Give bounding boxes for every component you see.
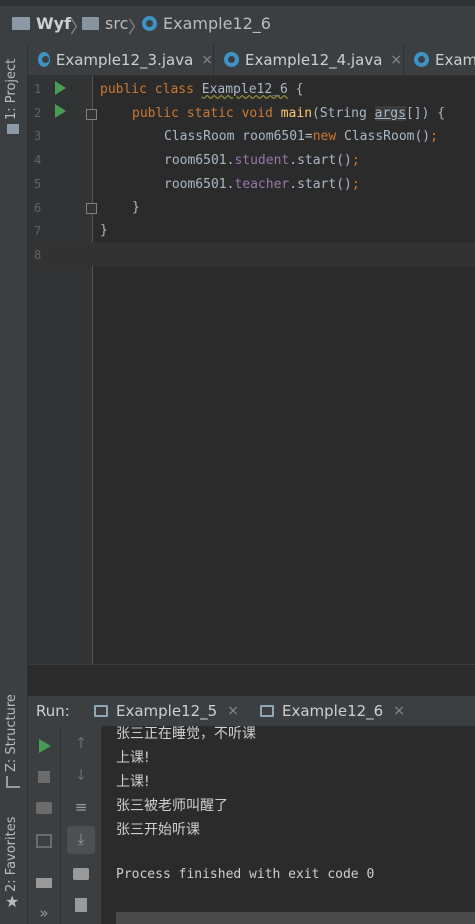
code-line-3: ClassRoom room6501=new ClassRoom(); bbox=[164, 129, 438, 144]
class-icon bbox=[414, 52, 429, 67]
tab-example12-6[interactable]: Exam bbox=[404, 44, 475, 75]
line-number: 3 bbox=[34, 129, 42, 143]
close-icon[interactable]: × bbox=[227, 703, 239, 719]
run-tab-example12-5[interactable]: Example12_5 × bbox=[94, 696, 239, 726]
console-line: 上课! bbox=[116, 750, 150, 766]
console-line: 张三正在睡觉，不听课 bbox=[116, 726, 256, 742]
star-icon: ★ bbox=[5, 892, 20, 911]
run-toolbar-secondary: ↑ ↓ ≡ ⤓ bbox=[61, 726, 102, 924]
more-icon[interactable]: » bbox=[32, 904, 56, 922]
code-line-5: room6501.teacher.start(); bbox=[164, 177, 360, 192]
arrow-down-icon[interactable]: ↓ bbox=[69, 766, 93, 784]
fold-icon[interactable] bbox=[86, 203, 97, 214]
restore-layout-icon[interactable] bbox=[36, 834, 52, 848]
horizontal-scrollbar[interactable] bbox=[116, 912, 475, 924]
line-number: 4 bbox=[34, 153, 42, 167]
print-icon[interactable] bbox=[73, 868, 89, 880]
console-icon bbox=[94, 705, 108, 717]
code-line-7: } bbox=[100, 223, 108, 238]
scroll-to-end-icon: ⤓ bbox=[77, 830, 85, 848]
camera-icon[interactable] bbox=[36, 802, 52, 814]
fold-icon[interactable] bbox=[86, 109, 97, 120]
run-tab-example12-6[interactable]: Example12_6 × bbox=[260, 696, 405, 726]
close-icon[interactable]: × bbox=[201, 52, 213, 68]
class-icon bbox=[38, 52, 50, 67]
close-icon[interactable]: × bbox=[390, 52, 402, 68]
run-class-icon[interactable] bbox=[55, 81, 66, 95]
panel-divider[interactable] bbox=[28, 664, 475, 697]
tab-example12-3[interactable]: Example12_3.java × bbox=[28, 44, 214, 75]
console-line: 张三被老师叫醒了 bbox=[116, 798, 228, 814]
console-line: 上课! bbox=[116, 774, 150, 790]
code-line-4: room6501.student.start(); bbox=[164, 153, 360, 168]
line-number: 7 bbox=[34, 224, 42, 238]
breadcrumb-src[interactable]: src bbox=[82, 14, 128, 33]
caret-line-highlight bbox=[28, 242, 475, 266]
run-main-icon[interactable] bbox=[55, 104, 66, 118]
line-number: 2 bbox=[34, 106, 42, 120]
breadcrumb-file[interactable]: Example12_6 bbox=[142, 14, 271, 33]
close-icon[interactable]: × bbox=[393, 703, 405, 719]
structure-tool-button[interactable]: Z: Structure bbox=[4, 694, 19, 772]
stop-icon[interactable] bbox=[38, 771, 50, 783]
soft-wrap-icon[interactable]: ≡ bbox=[69, 798, 93, 816]
folder-icon bbox=[12, 17, 30, 30]
breadcrumb-project[interactable]: Wyf bbox=[12, 14, 71, 33]
navigation-bar: Wyf 〉 src 〉 Example12_6 bbox=[0, 0, 475, 45]
favorites-tool-button[interactable]: 2: Favorites bbox=[4, 816, 19, 892]
rerun-icon[interactable] bbox=[39, 739, 51, 753]
line-number: 1 bbox=[34, 82, 42, 96]
structure-icon bbox=[6, 776, 20, 788]
class-icon bbox=[224, 52, 239, 67]
project-tool-button[interactable]: 1: Project bbox=[4, 59, 19, 120]
folder-icon bbox=[7, 124, 19, 134]
editor-tabs: Example12_3.java × Example12_4.java × Ex… bbox=[28, 44, 475, 76]
title-strip bbox=[0, 0, 475, 6]
left-tool-strip: 1: Project Z: Structure 2: Favorites ★ bbox=[0, 44, 28, 924]
console-icon bbox=[260, 705, 274, 717]
tab-example12-4[interactable]: Example12_4.java × bbox=[214, 44, 404, 75]
line-number: 8 bbox=[34, 248, 42, 262]
code-line-2: public static void main(String args[]) { bbox=[132, 106, 446, 121]
arrow-up-icon[interactable]: ↑ bbox=[69, 734, 93, 752]
run-label: Run: bbox=[36, 702, 70, 720]
layout-icon[interactable] bbox=[36, 878, 52, 888]
line-number: 5 bbox=[34, 177, 42, 191]
class-icon bbox=[142, 16, 157, 31]
run-toolbar-primary: » bbox=[28, 726, 61, 924]
console-exit-line: Process finished with exit code 0 bbox=[116, 867, 375, 882]
code-line-1: public class Example12_6 { bbox=[100, 82, 304, 97]
trash-icon[interactable] bbox=[75, 898, 87, 912]
console-line: 张三开始听课 bbox=[116, 822, 200, 838]
code-line-6: } bbox=[132, 200, 140, 215]
folder-icon bbox=[82, 17, 99, 30]
line-number: 6 bbox=[34, 201, 42, 215]
